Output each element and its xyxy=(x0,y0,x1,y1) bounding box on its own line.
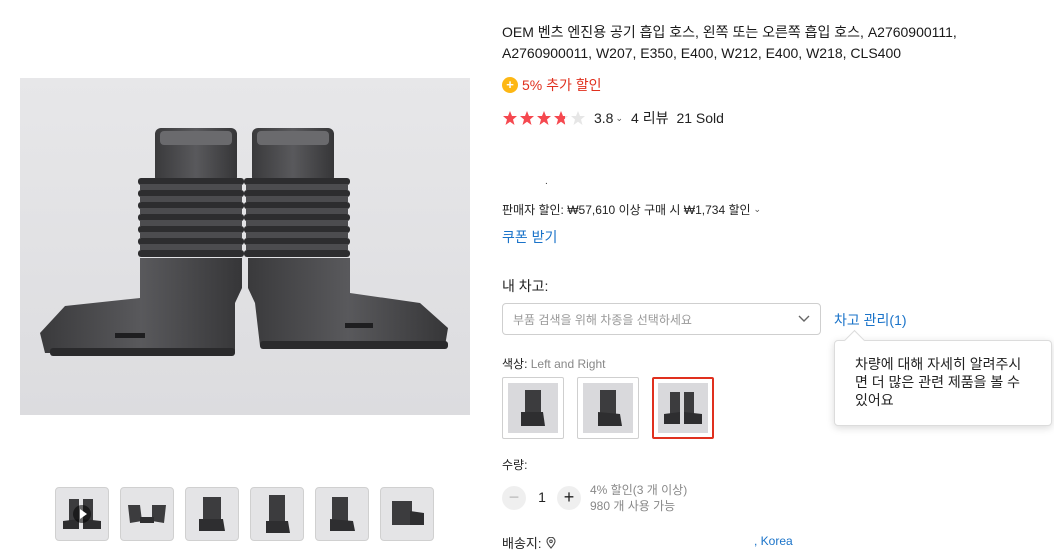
hose-left-icon xyxy=(521,390,545,426)
hose-angle-thumb-icon xyxy=(330,497,355,531)
my-garage-label: 내 차고: xyxy=(502,278,549,294)
rating-row: 3.8 ⌄ 4 리뷰 21 Sold xyxy=(502,108,724,128)
garage-tooltip: 차량에 대해 자세히 알려주시면 더 많은 관련 제품을 볼 수 있어요 xyxy=(834,340,1052,426)
vehicle-select-placeholder: 부품 검색을 위해 차종을 선택하세요 xyxy=(513,312,692,327)
bulk-discount-note: 4% 할인(3 개 이상) xyxy=(590,483,688,497)
promo-text: 5% 추가 할인 xyxy=(522,77,602,93)
rating-value[interactable]: 3.8 xyxy=(594,110,613,126)
thumbnail-video[interactable] xyxy=(55,487,109,541)
chevron-down-icon[interactable]: ⌄ xyxy=(615,113,623,124)
shipping-to: 배송지: xyxy=(502,533,556,551)
color-swatches xyxy=(502,377,714,439)
review-count[interactable]: 4 리뷰 xyxy=(631,108,668,128)
manage-garage-link[interactable]: 차고 관리(1) xyxy=(834,310,907,330)
thumbnail-strip xyxy=(55,487,434,541)
color-label-title: 색상: xyxy=(502,357,531,371)
star-full-icon xyxy=(503,111,517,125)
thumbnail-5[interactable] xyxy=(315,487,369,541)
hose-top-thumb-icon xyxy=(199,497,225,531)
vehicle-select-dropdown[interactable]: 부품 검색을 위해 차종을 선택하세요 xyxy=(502,303,821,335)
stock-available: 980 개 사용 가능 xyxy=(590,499,676,513)
main-product-image[interactable] xyxy=(20,78,470,415)
hose-front-thumb-icon xyxy=(266,495,290,533)
thumbnail-6[interactable] xyxy=(380,487,434,541)
star-full-icon xyxy=(537,111,551,125)
seller-discount-text: 판매자 할인: ₩57,610 이상 구매 시 ₩1,734 할인 xyxy=(502,203,751,217)
sold-count: 21 Sold xyxy=(676,110,724,126)
hose-right-icon xyxy=(598,390,622,426)
play-icon xyxy=(73,505,91,523)
shipping-label: 배송지: xyxy=(502,536,542,551)
swatch-right[interactable] xyxy=(577,377,639,439)
star-empty-icon xyxy=(571,111,585,125)
swatch-left[interactable] xyxy=(502,377,564,439)
thumbnail-4[interactable] xyxy=(250,487,304,541)
color-selected-value: Left and Right xyxy=(530,357,606,371)
plus-badge-icon: + xyxy=(502,77,518,93)
star-full-icon xyxy=(520,111,534,125)
get-coupon-link[interactable]: 쿠폰 받기 xyxy=(502,227,557,247)
price-placeholder: . xyxy=(545,176,548,187)
star-partial-icon xyxy=(554,111,568,125)
color-label: 색상: Left and Right xyxy=(502,355,605,372)
swatch-left-and-right[interactable] xyxy=(652,377,714,439)
air-intake-hoses-image xyxy=(40,128,448,356)
seller-discount[interactable]: 판매자 할인: ₩57,610 이상 구매 시 ₩1,734 할인 ⌄ xyxy=(502,201,761,218)
shipping-country-link[interactable]: , Korea xyxy=(754,534,793,548)
chevron-down-icon: ⌄ xyxy=(753,204,762,214)
hose-lying-thumb-icon xyxy=(392,501,424,525)
quantity-decrease-button[interactable]: − xyxy=(502,486,526,510)
extra-discount-promo: + 5% 추가 할인 xyxy=(502,75,602,95)
location-pin-icon xyxy=(545,536,556,549)
product-title: OEM 벤츠 엔진용 공기 흡입 호스, 왼쪽 또는 오른쪽 흡입 호스, A2… xyxy=(502,24,957,61)
chevron-down-icon xyxy=(798,315,810,322)
quantity-value[interactable]: 1 xyxy=(534,489,550,505)
quantity-notes: 4% 할인(3 개 이상) 980 개 사용 가능 xyxy=(590,482,687,514)
quantity-label: 수량: xyxy=(502,458,528,472)
thumbnail-3[interactable] xyxy=(185,487,239,541)
thumbnail-2[interactable] xyxy=(120,487,174,541)
hose-pair-icon xyxy=(664,392,702,424)
quantity-increase-button[interactable]: + xyxy=(557,486,581,510)
star-rating xyxy=(502,110,586,126)
hose-side-thumb-icon xyxy=(128,505,166,523)
